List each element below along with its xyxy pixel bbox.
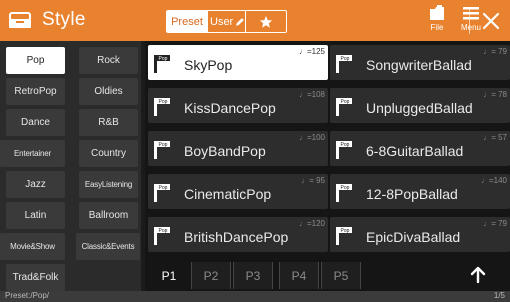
style-tempo: ♩=125 bbox=[298, 47, 325, 56]
preset-icon-text: Pop bbox=[159, 99, 168, 105]
close-icon[interactable] bbox=[478, 8, 504, 34]
file-icon bbox=[430, 5, 444, 20]
category-movie-show[interactable]: Movie&Show bbox=[0, 233, 65, 260]
category-classic-events[interactable]: Classic&Events bbox=[76, 233, 140, 260]
category-rock[interactable]: Rock bbox=[79, 47, 138, 74]
preset-icon: Pop bbox=[336, 227, 352, 245]
page-tab-p5[interactable]: P5 bbox=[321, 262, 361, 289]
page-title: Style bbox=[42, 9, 86, 30]
preset-icon: Pop bbox=[154, 55, 170, 73]
category-trad-folk[interactable]: Trad&Folk bbox=[6, 264, 65, 291]
style-name: UnpluggedBallad bbox=[366, 100, 473, 116]
page-indicator: 1/5 bbox=[493, 291, 505, 300]
preset-icon-text: Pop bbox=[159, 142, 168, 148]
preset-icon-text: Pop bbox=[341, 185, 350, 191]
style-name: EpicDivaBallad bbox=[366, 229, 461, 245]
tab-user-label: User bbox=[210, 15, 234, 28]
style-tempo: ♩= 78 bbox=[483, 90, 507, 99]
style-item[interactable]: Pop BritishDancePop ♩=120 bbox=[148, 217, 328, 252]
preset-icon: Pop bbox=[154, 184, 170, 202]
preset-icon: Pop bbox=[336, 98, 352, 116]
style-name: SkyPop bbox=[184, 57, 233, 73]
preset-icon-text: Pop bbox=[159, 228, 168, 234]
style-tempo: ♩= 79 bbox=[483, 219, 507, 228]
style-name: SongwriterBallad bbox=[366, 57, 472, 73]
style-item[interactable]: Pop 12-8PopBallad ♩=140 bbox=[330, 174, 510, 209]
page-tab-p2[interactable]: P2 bbox=[191, 262, 231, 289]
style-tempo: ♩=100 bbox=[298, 133, 325, 142]
page-tab-p3[interactable]: P3 bbox=[233, 262, 273, 289]
style-icon bbox=[9, 12, 31, 28]
preset-icon-text: Pop bbox=[341, 99, 350, 105]
file-button[interactable]: File bbox=[422, 4, 452, 38]
style-tempo: ♩= 79 bbox=[483, 47, 507, 56]
category-dance[interactable]: Dance bbox=[6, 109, 65, 136]
page-tab-p4[interactable]: P4 bbox=[279, 262, 319, 289]
preset-icon-text: Pop bbox=[159, 185, 168, 191]
page-tabs: P1 P2 P3 P4 P5 bbox=[145, 261, 510, 291]
current-path: Preset:/Pop/ bbox=[5, 291, 50, 300]
star-icon bbox=[259, 15, 273, 28]
category-entertainer[interactable]: Entertainer bbox=[0, 140, 65, 167]
style-item[interactable]: Pop 6-8GuitarBallad ♩= 57 bbox=[330, 131, 510, 166]
style-tempo: ♩=120 bbox=[298, 219, 325, 228]
style-name: BritishDancePop bbox=[184, 229, 289, 245]
style-tempo: ♩= 57 bbox=[483, 133, 507, 142]
file-label: File bbox=[430, 23, 444, 32]
category-retropop[interactable]: RetroPop bbox=[6, 78, 65, 105]
up-arrow-icon[interactable] bbox=[467, 264, 489, 286]
preset-icon: Pop bbox=[336, 55, 352, 73]
pencil-icon bbox=[236, 17, 245, 26]
preset-icon: Pop bbox=[154, 141, 170, 159]
style-name: 12-8PopBallad bbox=[366, 186, 458, 202]
style-item[interactable]: Pop BoyBandPop ♩=100 bbox=[148, 131, 328, 166]
style-list: Pop SkyPop ♩=125 Pop SongwriterBallad ♩=… bbox=[145, 41, 510, 261]
category-ballroom[interactable]: Ballroom bbox=[79, 202, 138, 229]
category-easylistening[interactable]: EasyListening bbox=[79, 171, 138, 198]
style-name: BoyBandPop bbox=[184, 143, 266, 159]
style-name: KissDancePop bbox=[184, 100, 276, 116]
style-item[interactable]: Pop EpicDivaBallad ♩= 79 bbox=[330, 217, 510, 252]
style-item[interactable]: Pop UnpluggedBallad ♩= 78 bbox=[330, 88, 510, 123]
category-latin[interactable]: Latin bbox=[6, 202, 65, 229]
category-grid: Pop Rock RetroPop Oldies Dance R&B Enter… bbox=[0, 41, 141, 291]
preset-icon-text: Pop bbox=[159, 56, 168, 62]
preset-icon: Pop bbox=[154, 227, 170, 245]
source-tabs: Preset User bbox=[166, 10, 287, 33]
style-item[interactable]: Pop CinematicPop ♩= 95 bbox=[148, 174, 328, 209]
style-item[interactable]: Pop SongwriterBallad ♩= 79 bbox=[330, 45, 510, 80]
header-divider bbox=[469, 8, 470, 34]
style-name: 6-8GuitarBallad bbox=[366, 143, 464, 159]
style-tempo: ♩= 95 bbox=[301, 176, 325, 185]
style-name: CinematicPop bbox=[184, 186, 272, 202]
category-jazz[interactable]: Jazz bbox=[6, 171, 65, 198]
category-rnb[interactable]: R&B bbox=[79, 109, 138, 136]
style-item[interactable]: Pop KissDancePop ♩=108 bbox=[148, 88, 328, 123]
tab-preset[interactable]: Preset bbox=[167, 11, 208, 32]
preset-icon-text: Pop bbox=[341, 142, 350, 148]
style-tempo: ♩=108 bbox=[298, 90, 325, 99]
preset-icon-text: Pop bbox=[341, 228, 350, 234]
category-country[interactable]: Country bbox=[79, 140, 138, 167]
status-bar: Preset:/Pop/ 1/5 bbox=[0, 291, 510, 302]
category-oldies[interactable]: Oldies bbox=[79, 78, 138, 105]
tab-favorite[interactable] bbox=[246, 11, 286, 32]
page-tab-p1[interactable]: P1 bbox=[149, 262, 189, 289]
header-bar: Style Preset User File Menu bbox=[0, 0, 510, 41]
preset-icon: Pop bbox=[154, 98, 170, 116]
style-item[interactable]: Pop SkyPop ♩=125 bbox=[148, 45, 328, 80]
preset-icon: Pop bbox=[336, 141, 352, 159]
category-pop[interactable]: Pop bbox=[6, 47, 65, 74]
style-tempo: ♩=140 bbox=[480, 176, 507, 185]
preset-icon-text: Pop bbox=[341, 56, 350, 62]
tab-user[interactable]: User bbox=[208, 11, 246, 32]
preset-icon: Pop bbox=[336, 184, 352, 202]
